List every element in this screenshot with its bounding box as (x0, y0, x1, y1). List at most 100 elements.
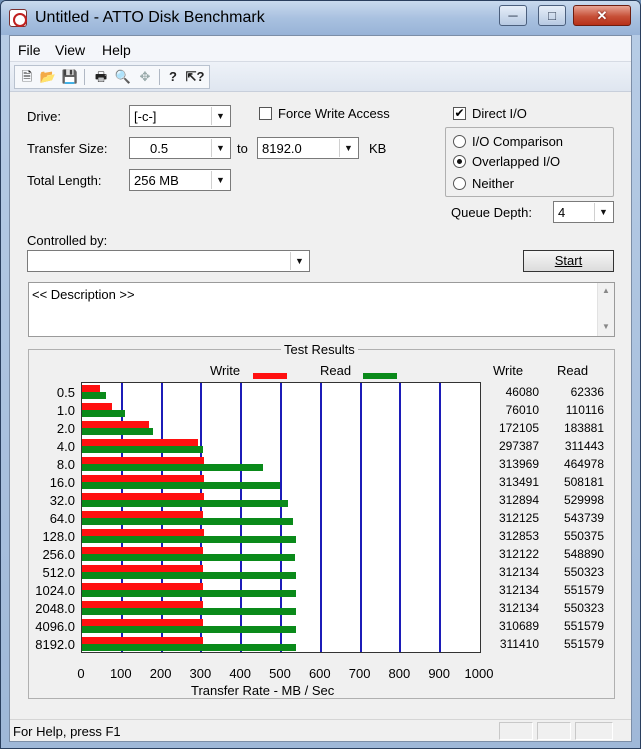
read-bar (82, 554, 296, 561)
read-bar (82, 500, 288, 507)
gridline (359, 383, 362, 652)
context-help-icon[interactable]: ⇱? (185, 67, 205, 87)
title-bar[interactable]: Untitled - ATTO Disk Benchmark ─ □ ✕ (1, 1, 640, 35)
write-bar (82, 421, 149, 428)
legend-write-label: Write (210, 363, 241, 378)
print-preview-icon[interactable]: 🔍 (113, 67, 133, 87)
to-label: to (237, 141, 248, 156)
overlapped-io-radio[interactable] (453, 155, 466, 168)
y-tick-label: 1024.0 (35, 583, 75, 598)
total-length-select[interactable]: 256 MB ▼ (129, 169, 231, 191)
read-value: 183881 (563, 421, 604, 435)
chevron-down-icon: ▼ (211, 107, 229, 125)
write-bar (82, 583, 204, 590)
transfer-size-label: Transfer Size: (27, 141, 108, 156)
chevron-down-icon: ▼ (339, 139, 357, 157)
transfer-from-value: 0.5 (150, 141, 169, 156)
write-value: 312853 (498, 529, 539, 543)
drive-select[interactable]: [-c-] ▼ (129, 105, 231, 127)
print-icon[interactable]: 🖶 (91, 67, 111, 87)
status-bar: For Help, press F1 (10, 719, 631, 741)
start-label: Start (554, 253, 583, 268)
write-value: 312122 (498, 547, 539, 561)
open-icon[interactable]: 📂 (38, 67, 58, 87)
write-bar (82, 601, 204, 608)
queue-depth-label: Queue Depth: (451, 205, 532, 220)
new-icon[interactable]: 🗎 (17, 67, 37, 87)
app-icon (9, 9, 27, 27)
y-tick-label: 128.0 (42, 529, 75, 544)
help-icon[interactable]: ? (163, 67, 183, 87)
direct-io-checkbox[interactable]: ✔ (453, 107, 466, 120)
neither-radio[interactable] (453, 177, 466, 190)
write-bar (82, 403, 112, 410)
x-tick-label: 800 (388, 666, 411, 681)
close-button[interactable]: ✕ (573, 5, 631, 26)
status-pane (537, 722, 571, 740)
chevron-down-icon: ▼ (290, 252, 308, 270)
move-icon[interactable]: ✥ (135, 67, 155, 87)
scroll-down-icon[interactable]: ▼ (598, 319, 614, 335)
y-tick-label: 2.0 (56, 421, 75, 436)
save-icon[interactable]: 💾 (60, 67, 80, 87)
x-tick-label: 500 (269, 666, 291, 681)
queue-depth-select[interactable]: 4 ▼ (553, 201, 614, 223)
write-bar (82, 493, 204, 500)
column-read-header: Read (557, 363, 589, 378)
write-value: 312125 (498, 511, 539, 525)
controlled-by-select[interactable]: ▼ (27, 250, 310, 272)
x-tick-label: 700 (348, 666, 371, 681)
legend-read-label: Read (320, 363, 352, 378)
y-tick-label: 512.0 (42, 565, 75, 580)
read-bar (82, 626, 297, 633)
read-bar (82, 536, 296, 543)
read-bar (82, 644, 297, 651)
x-tick-label: 200 (149, 666, 172, 681)
neither-label: Neither (472, 176, 514, 191)
client-area: File View Help 🗎 📂 💾 🖶 🔍 ✥ ? ⇱? Drive: [… (9, 35, 632, 742)
menu-view[interactable]: View (55, 42, 85, 58)
scroll-up-icon[interactable]: ▲ (598, 283, 614, 299)
chart-plot-area (81, 382, 481, 653)
force-write-checkbox[interactable] (259, 107, 272, 120)
transfer-size-to-select[interactable]: 8192.0 ▼ (257, 137, 359, 159)
read-bar (82, 590, 297, 597)
x-tick-label: 900 (428, 666, 451, 681)
read-bar (82, 482, 280, 489)
write-value: 312134 (498, 601, 539, 615)
overlapped-io-label: Overlapped I/O (472, 154, 561, 169)
y-tick-label: 1.0 (56, 403, 75, 418)
minimize-button[interactable]: ─ (499, 5, 527, 26)
write-value: 312134 (498, 565, 539, 579)
read-bar (82, 464, 263, 471)
read-bar (82, 518, 294, 525)
close-icon: ✕ (596, 8, 608, 23)
read-bar (82, 392, 107, 399)
write-value: 172105 (498, 421, 539, 435)
read-value: 551579 (563, 619, 604, 633)
y-tick-label: 4096.0 (35, 619, 75, 634)
gridline (439, 383, 442, 652)
toolbar-separator (84, 69, 85, 85)
description-box[interactable]: << Description >> ▲ ▼ (28, 282, 615, 337)
legend-read-swatch (363, 373, 397, 379)
x-tick-label: 100 (109, 666, 132, 681)
start-button[interactable]: Start (523, 250, 614, 272)
io-comparison-radio[interactable] (453, 135, 466, 148)
write-value: 76010 (505, 403, 539, 417)
write-bar (82, 619, 203, 626)
menu-help[interactable]: Help (102, 42, 131, 58)
write-value: 311410 (499, 637, 539, 651)
maximize-button[interactable]: □ (538, 5, 566, 26)
menu-file[interactable]: File (18, 42, 41, 58)
kb-label: KB (369, 141, 387, 156)
description-scrollbar[interactable]: ▲ ▼ (597, 283, 614, 336)
write-bar (82, 457, 205, 464)
transfer-size-from-select[interactable]: 0.5 ▼ (129, 137, 231, 159)
x-tick-label: 300 (189, 666, 212, 681)
y-tick-label: 8192.0 (35, 637, 75, 652)
read-value: 550323 (563, 601, 604, 615)
read-value: 508181 (563, 475, 604, 489)
read-value: 464978 (563, 457, 604, 471)
write-value: 310689 (498, 619, 539, 633)
